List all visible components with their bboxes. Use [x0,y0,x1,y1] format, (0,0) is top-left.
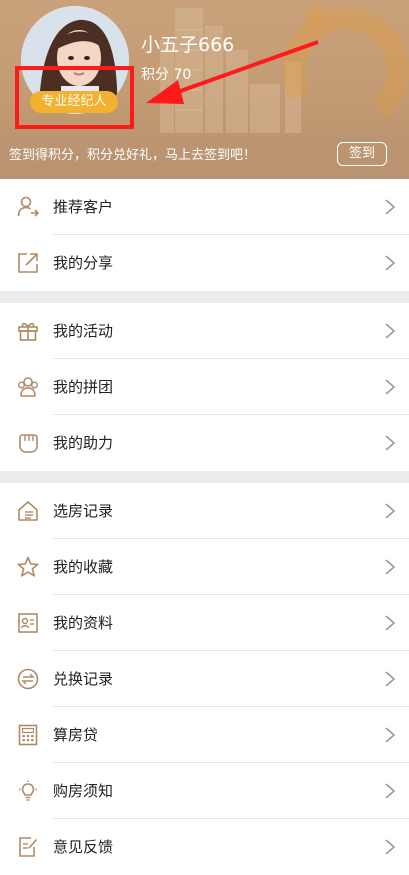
section-gap [0,291,409,303]
chevron-right-icon [385,559,396,575]
menu-item-house-selection-record[interactable]: 选房记录 [0,483,409,539]
group-icon [18,377,38,397]
menu-item-label: 我的助力 [53,434,114,452]
chevron-right-icon [385,255,396,271]
menu-item-label: 我的拼团 [53,378,114,396]
chevron-right-icon [385,323,396,339]
menu-item-my-share[interactable]: 我的分享 [0,235,409,291]
menu-item-label: 意见反馈 [53,838,114,856]
menu-item-label: 我的收藏 [53,558,114,576]
menu-item-my-activities[interactable]: 我的活动 [0,303,409,359]
chevron-right-icon [385,199,396,215]
user-arrow-icon [17,196,39,217]
feedback-icon [19,837,38,857]
signin-button[interactable]: 签到 [337,142,387,166]
menu-item-label: 购房须知 [53,782,114,800]
menu-item-label: 我的活动 [53,322,114,340]
menu-item-recommend-customer[interactable]: 推荐客户 [0,179,409,235]
profile-header: 专业经纪人 小五子666 积分 70 签到得积分，积分兑好礼，马上去签到吧！ 签… [0,0,409,179]
menu-item-my-profile[interactable]: 我的资料 [0,595,409,651]
chevron-right-icon [385,839,396,855]
menu-item-label: 我的资料 [53,614,114,632]
fist-icon [19,434,38,453]
menu-group-2: 我的活动 我的拼团 我的助力 [0,303,409,471]
calculator-icon [18,724,38,746]
lightbulb-icon [19,780,37,801]
menu-item-my-group-buy[interactable]: 我的拼团 [0,359,409,415]
menu-group-1: 推荐客户 我的分享 [0,179,409,291]
menu-item-purchase-notice[interactable]: 购房须知 [0,763,409,819]
share-icon [18,253,38,273]
chevron-right-icon [385,671,396,687]
chevron-right-icon [385,727,396,743]
menu-item-label: 我的分享 [53,254,114,272]
id-card-icon [18,613,38,633]
menu-item-exchange-record[interactable]: 兑换记录 [0,651,409,707]
menu-item-label: 兑换记录 [53,670,114,688]
menu-item-label: 算房贷 [53,726,99,744]
menu-item-my-favorites[interactable]: 我的收藏 [0,539,409,595]
section-gap [0,471,409,483]
star-icon [17,556,39,577]
house-record-icon [18,500,38,521]
menu-item-label: 选房记录 [53,502,114,520]
exchange-icon [17,668,39,690]
signin-bar: 签到得积分，积分兑好礼，马上去签到吧！ 签到 [0,133,409,179]
chevron-right-icon [385,615,396,631]
chevron-right-icon [385,783,396,799]
chevron-right-icon [385,435,396,451]
chevron-right-icon [385,503,396,519]
menu-group-3: 选房记录 我的收藏 我的资料 兑换记录 算房贷 购房须知 意见反馈 [0,483,409,875]
signin-prompt: 签到得积分，积分兑好礼，马上去签到吧！ [9,148,257,163]
menu-item-mortgage-calculator[interactable]: 算房贷 [0,707,409,763]
menu-item-label: 推荐客户 [53,198,114,216]
menu-item-feedback[interactable]: 意见反馈 [0,819,409,875]
gift-icon [18,322,38,341]
menu-item-my-assist[interactable]: 我的助力 [0,415,409,471]
chevron-right-icon [385,379,396,395]
